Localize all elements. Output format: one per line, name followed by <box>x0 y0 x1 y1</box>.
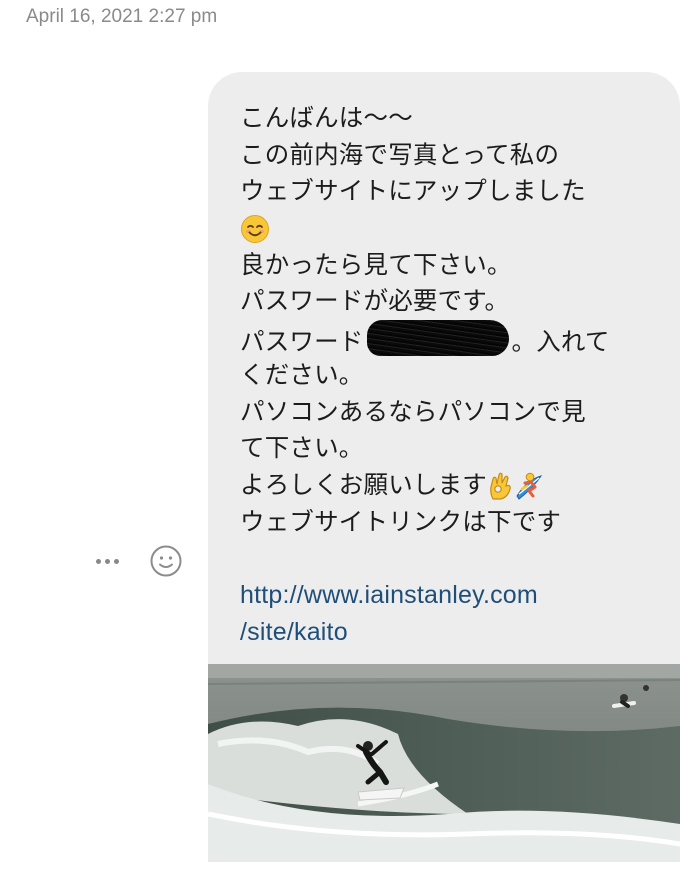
message-line <box>240 540 660 577</box>
chat-view: April 16, 2021 2:27 pm こんばんは〜〜 この前内海で写真と… <box>0 0 694 874</box>
more-options-icon[interactable] <box>96 558 119 564</box>
message-line: パソコンあるならパソコンで見 <box>240 396 586 426</box>
message-line-text: よろしくお願いします <box>240 469 487 499</box>
react-emoji-icon[interactable] <box>149 544 183 578</box>
message-line: パスワード 。入れて <box>240 320 660 357</box>
message-line: パスワードが必要です。 <box>240 286 510 316</box>
surf-photo[interactable] <box>208 664 680 862</box>
message-bubble[interactable]: こんばんは〜〜 この前内海で写真とって私の ウェブサイトにアップしました 良かっ… <box>208 72 680 862</box>
website-link-line1[interactable]: http://www.iainstanley.com <box>240 577 660 614</box>
password-label: パスワード <box>240 327 364 357</box>
message-line: ください。 <box>240 359 364 389</box>
message-line: 良かったら見て下さい。 <box>240 249 512 279</box>
website-link-line2[interactable]: /site/kaito <box>240 614 660 651</box>
website-link[interactable]: http://www.iainstanley.com <box>240 581 538 609</box>
message-text: こんばんは〜〜 この前内海で写真とって私の ウェブサイトにアップしました 良かっ… <box>240 100 660 650</box>
password-suffix: 。入れて <box>511 327 610 357</box>
ok-hand-emoji <box>490 472 511 500</box>
message-timestamp: April 16, 2021 2:27 pm <box>26 6 218 27</box>
message-line: こんばんは〜〜 <box>240 103 413 132</box>
smiling-face-emoji <box>241 215 269 244</box>
message-line: ウェブサイトにアップしました <box>240 176 586 206</box>
website-link-continued[interactable]: /site/kaito <box>240 618 348 646</box>
surfer-emoji <box>516 472 543 500</box>
message-actions <box>96 544 183 578</box>
message-line <box>240 210 660 247</box>
redacted-password <box>366 320 509 357</box>
message-line: ウェブサイトリンクは下です <box>240 506 562 536</box>
message-line: て下さい。 <box>240 433 364 463</box>
message-line: この前内海で写真とって私の <box>240 139 560 169</box>
message-line: よろしくお願いします <box>240 467 660 504</box>
